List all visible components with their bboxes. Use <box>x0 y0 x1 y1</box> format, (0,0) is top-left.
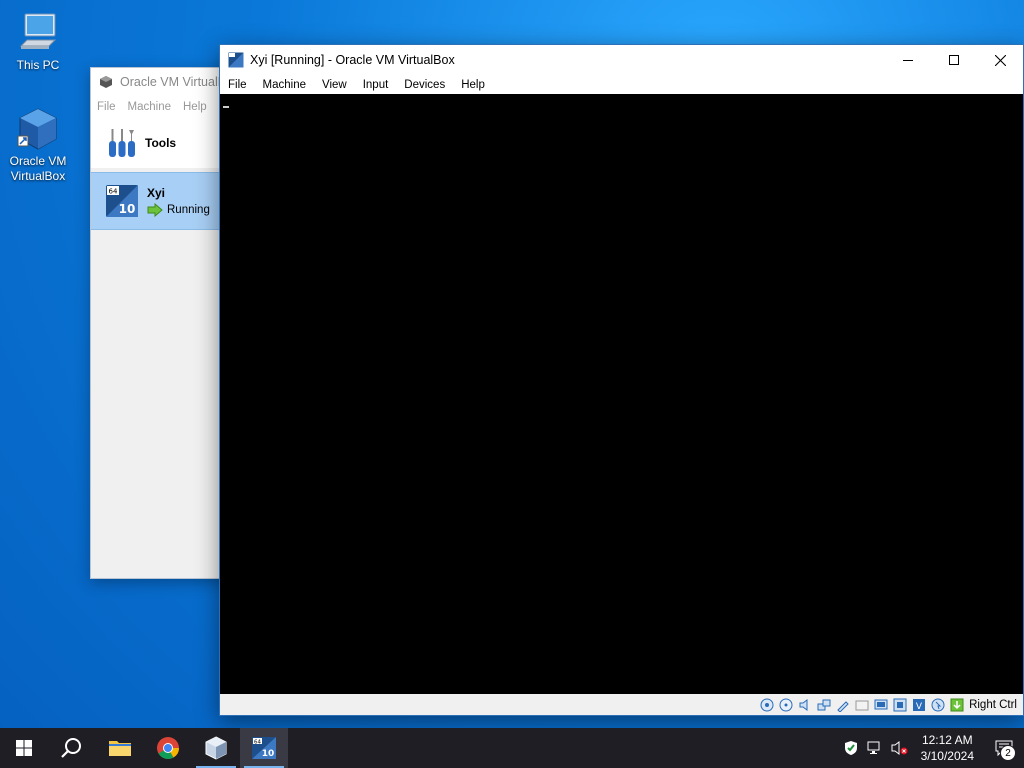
arch-badge: 64 <box>109 188 118 196</box>
text-cursor <box>223 106 229 108</box>
windows-logo-icon <box>16 740 32 756</box>
menu-file[interactable]: File <box>220 79 255 91</box>
virtualization-icon[interactable]: V <box>911 697 927 713</box>
shared-folders-icon[interactable] <box>854 697 870 713</box>
virtualbox-taskbar-button[interactable] <box>192 728 240 768</box>
maximize-icon <box>949 55 959 65</box>
minimize-icon <box>903 60 913 61</box>
manager-menu-help[interactable]: Help <box>177 101 213 113</box>
menu-help[interactable]: Help <box>453 79 493 91</box>
minimize-button[interactable] <box>885 45 931 75</box>
desktop-icon-label: Oracle VM VirtualBox <box>9 154 67 183</box>
mouse-integration-icon[interactable] <box>930 697 946 713</box>
clock-date: 3/10/2024 <box>920 749 974 763</box>
virtualbox-icon <box>205 736 227 760</box>
maximize-button[interactable] <box>931 45 977 75</box>
vm-name: Xyi <box>147 185 166 200</box>
vm-state: Running <box>167 203 210 216</box>
os-badge: 10 <box>262 749 275 759</box>
volume-muted-icon[interactable] <box>887 728 911 768</box>
notification-count-badge: 2 <box>1000 745 1016 761</box>
action-center-button[interactable]: 2 <box>984 728 1024 768</box>
keyboard-capture-icon[interactable] <box>949 697 965 713</box>
vm-window[interactable]: Xyi [Running] - Oracle VM VirtualBox Fil… <box>219 44 1024 716</box>
menu-view[interactable]: View <box>314 79 355 91</box>
chrome-button[interactable] <box>144 728 192 768</box>
display-icon[interactable] <box>873 697 889 713</box>
manager-menu-file[interactable]: File <box>91 101 122 113</box>
virtualbox-icon <box>100 76 112 88</box>
close-button[interactable] <box>977 45 1023 75</box>
search-button[interactable] <box>48 728 96 768</box>
desktop-icon-this-pc[interactable]: This PC <box>0 10 76 73</box>
virtualbox-icon <box>15 106 61 152</box>
manager-title: Oracle VM VirtualBo <box>120 75 234 89</box>
windows-security-icon[interactable] <box>839 728 863 768</box>
search-icon <box>61 738 81 758</box>
chrome-icon <box>157 737 179 759</box>
network-icon[interactable] <box>816 697 832 713</box>
optical-drive-icon[interactable] <box>778 697 794 713</box>
windows10-os-icon: 64 10 <box>252 737 276 759</box>
audio-icon[interactable] <box>797 697 813 713</box>
tools-label: Tools <box>145 136 177 150</box>
close-icon <box>994 54 1006 66</box>
svg-text:V: V <box>916 702 923 712</box>
vm-statusbar: V Right Ctrl <box>220 694 1023 715</box>
folder-icon <box>109 741 131 756</box>
clock[interactable]: 12:12 AM 3/10/2024 <box>911 732 984 764</box>
taskbar: 64 10 12:12 AM 3/10/2024 2 <box>0 728 1024 768</box>
vm-window-title: Xyi [Running] - Oracle VM VirtualBox <box>250 53 455 67</box>
menu-machine[interactable]: Machine <box>255 79 314 91</box>
usb-icon[interactable] <box>835 697 851 713</box>
arch-badge: 64 <box>254 739 261 745</box>
tools-icon <box>109 129 135 157</box>
vm-display[interactable] <box>220 94 1023 694</box>
os-badge: 10 <box>119 202 136 216</box>
desktop-icon-label: This PC <box>16 58 60 72</box>
computer-icon <box>15 10 61 56</box>
vm-window-titlebar[interactable]: Xyi [Running] - Oracle VM VirtualBox <box>220 45 1023 75</box>
windows10-os-icon: 64 10 <box>106 185 138 217</box>
network-status-icon[interactable] <box>863 728 887 768</box>
menu-input[interactable]: Input <box>355 79 397 91</box>
desktop-icon-virtualbox[interactable]: Oracle VM VirtualBox <box>0 106 76 184</box>
vm-taskbar-button[interactable]: 64 10 <box>240 728 288 768</box>
host-key-label: Right Ctrl <box>969 698 1017 711</box>
video-capture-icon[interactable] <box>892 697 908 713</box>
start-button[interactable] <box>0 728 48 768</box>
system-tray: 12:12 AM 3/10/2024 2 <box>839 728 1024 768</box>
clock-time: 12:12 AM <box>921 733 973 747</box>
manager-menu-machine[interactable]: Machine <box>122 101 177 113</box>
vm-window-icon <box>228 52 244 68</box>
vm-menubar: File Machine View Input Devices Help <box>220 75 1023 95</box>
menu-devices[interactable]: Devices <box>396 79 453 91</box>
hard-disk-icon[interactable] <box>759 697 775 713</box>
running-arrow-icon <box>147 202 163 217</box>
file-explorer-button[interactable] <box>96 728 144 768</box>
